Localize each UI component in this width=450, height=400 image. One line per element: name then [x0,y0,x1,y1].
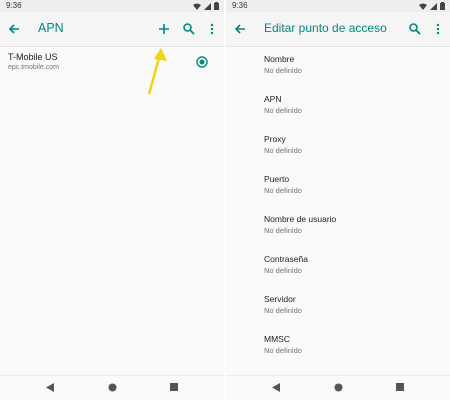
field-label: APN [264,94,282,104]
page-title: APN [38,21,64,35]
status-bar: 9:36 [0,0,224,12]
nav-home-icon[interactable] [334,383,343,392]
wifi-icon [419,3,427,10]
annotation-arrow-icon [147,48,167,95]
navigation-bar [226,375,450,400]
apn-list-screen: 9:36 APN T-Mobile US epc.tmobile.com [0,0,224,400]
field-nombre[interactable]: Nombre No definido [264,54,434,82]
search-icon[interactable] [408,22,422,36]
app-bar: APN [0,12,224,47]
field-value: No definido [264,146,302,155]
navigation-bar [0,375,224,400]
field-mmsc[interactable]: MMSC No definido [264,334,434,362]
status-icons [193,2,219,10]
field-label: Servidor [264,294,296,304]
field-value: No definido [264,346,302,355]
nav-recents-icon[interactable] [170,383,178,391]
add-icon[interactable] [157,22,171,36]
field-value: No definido [264,66,302,75]
field-contrasena[interactable]: Contraseña No definido [264,254,434,282]
status-time: 9:36 [232,1,248,10]
more-vert-icon[interactable] [205,22,219,36]
field-apn[interactable]: APN No definido [264,94,434,122]
page-title: Editar punto de acceso [264,21,387,35]
nav-back-icon[interactable] [272,383,280,392]
battery-icon [440,2,445,10]
field-label: Proxy [264,134,286,144]
nav-recents-icon[interactable] [396,383,404,391]
field-servidor[interactable]: Servidor No definido [264,294,434,322]
apn-address: epc.tmobile.com [8,64,59,71]
field-puerto[interactable]: Puerto No definido [264,174,434,202]
apn-name: T-Mobile US [8,52,58,62]
radio-selected-icon[interactable] [196,56,208,68]
signal-icon [204,2,211,10]
nav-back-icon[interactable] [46,383,54,392]
wifi-icon [193,3,201,10]
field-label: Nombre [264,54,295,64]
more-vert-icon[interactable] [431,22,445,36]
field-value: No definido [264,266,302,275]
field-value: No definido [264,106,302,115]
field-value: No definido [264,226,302,235]
field-value: No definido [264,186,302,195]
status-icons [419,2,445,10]
edit-apn-screen: 9:36 Editar punto de acceso Nombre No de… [226,0,450,400]
field-label: MMSC [264,334,290,344]
back-arrow-icon[interactable] [233,22,247,36]
back-arrow-icon[interactable] [7,22,21,36]
field-label: Puerto [264,174,290,184]
signal-icon [430,2,437,10]
field-proxy[interactable]: Proxy No definido [264,134,434,162]
app-bar: Editar punto de acceso [226,12,450,47]
field-label: Contraseña [264,254,308,264]
status-bar: 9:36 [226,0,450,12]
nav-home-icon[interactable] [108,383,117,392]
status-time: 9:36 [6,1,22,10]
field-nombre-de-usuario[interactable]: Nombre de usuario No definido [264,214,434,242]
search-icon[interactable] [182,22,196,36]
apn-list-item[interactable]: T-Mobile US epc.tmobile.com [0,47,224,81]
battery-icon [214,2,219,10]
field-label: Nombre de usuario [264,214,337,224]
field-value: No definido [264,306,302,315]
